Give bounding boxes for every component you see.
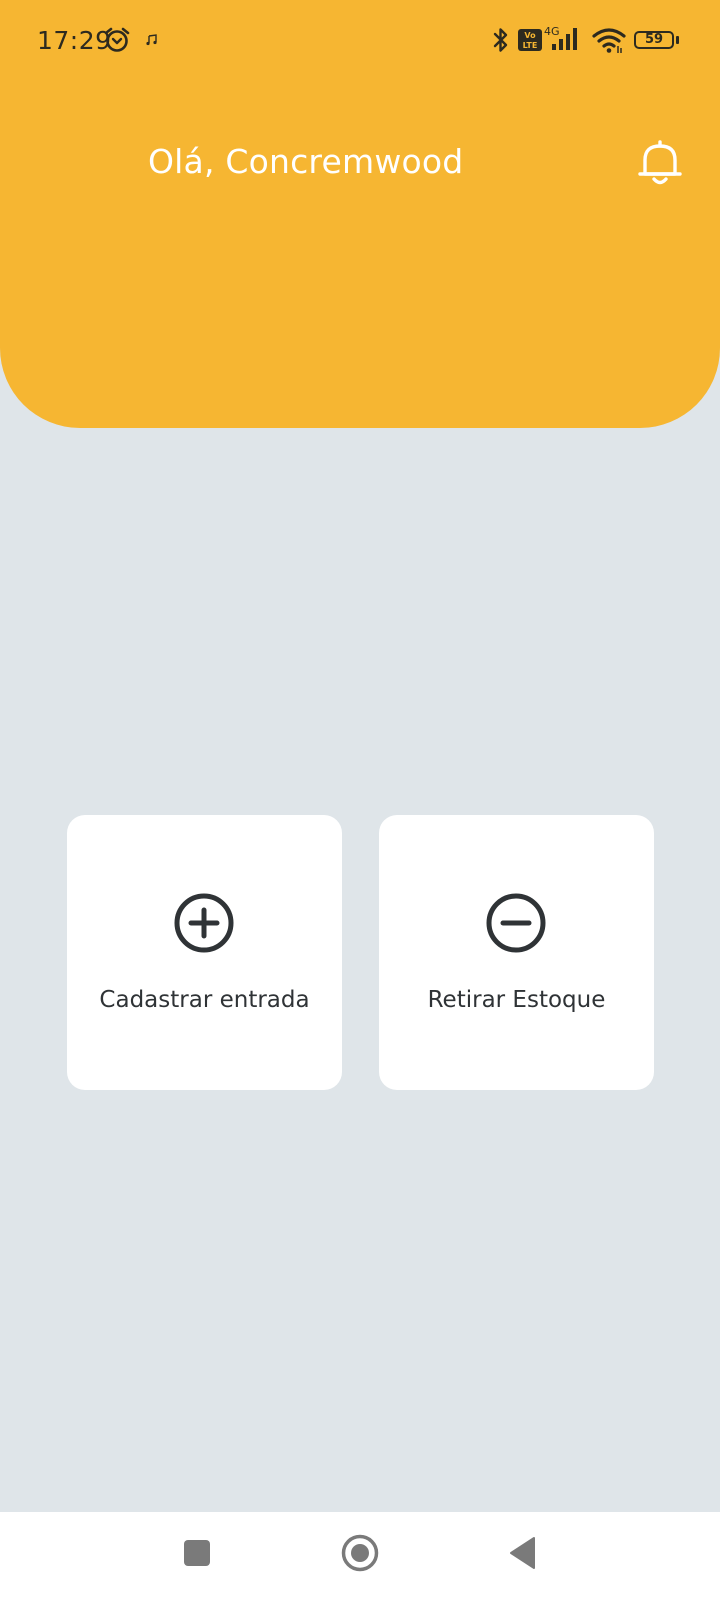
svg-text:Vo: Vo — [524, 31, 536, 40]
svg-text:4G: 4G — [544, 25, 560, 38]
cadastrar-entrada-label: Cadastrar entrada — [99, 987, 310, 1013]
volte-icon: Vo LTE — [518, 29, 542, 51]
wifi-icon — [592, 28, 626, 53]
retirar-estoque-card[interactable]: Retirar Estoque — [379, 815, 654, 1090]
system-navigation-bar — [0, 1512, 720, 1600]
plus-circle-icon — [174, 893, 234, 953]
signal-icon: 4G — [544, 25, 577, 50]
retirar-estoque-label: Retirar Estoque — [427, 987, 606, 1013]
minus-circle-icon — [486, 893, 546, 953]
cadastrar-entrada-card[interactable]: Cadastrar entrada — [67, 815, 342, 1090]
alarm-icon — [104, 27, 130, 52]
battery-tip — [676, 36, 679, 44]
battery-level: 59 — [644, 32, 664, 47]
status-time: 17:29 — [37, 26, 112, 55]
home-circle-icon[interactable] — [340, 1533, 380, 1573]
greeting-title: Olá, Concremwood — [148, 142, 464, 181]
battery-icon: 59 — [634, 31, 674, 49]
bell-icon — [638, 140, 682, 185]
status-bar: 17:29 Vo LTE 4G 59 — [0, 0, 720, 80]
notifications-button[interactable] — [636, 138, 684, 190]
svg-text:LTE: LTE — [523, 41, 538, 50]
app-screen: 17:29 Vo LTE 4G 59 Olá, Concremwood Cada… — [0, 0, 720, 1600]
header-panel: 17:29 Vo LTE 4G 59 Olá, Concremwood — [0, 0, 720, 428]
back-triangle-icon[interactable] — [508, 1536, 536, 1570]
bluetooth-icon — [493, 28, 508, 52]
recents-square-icon[interactable] — [183, 1539, 211, 1567]
music-note-icon — [146, 34, 157, 46]
